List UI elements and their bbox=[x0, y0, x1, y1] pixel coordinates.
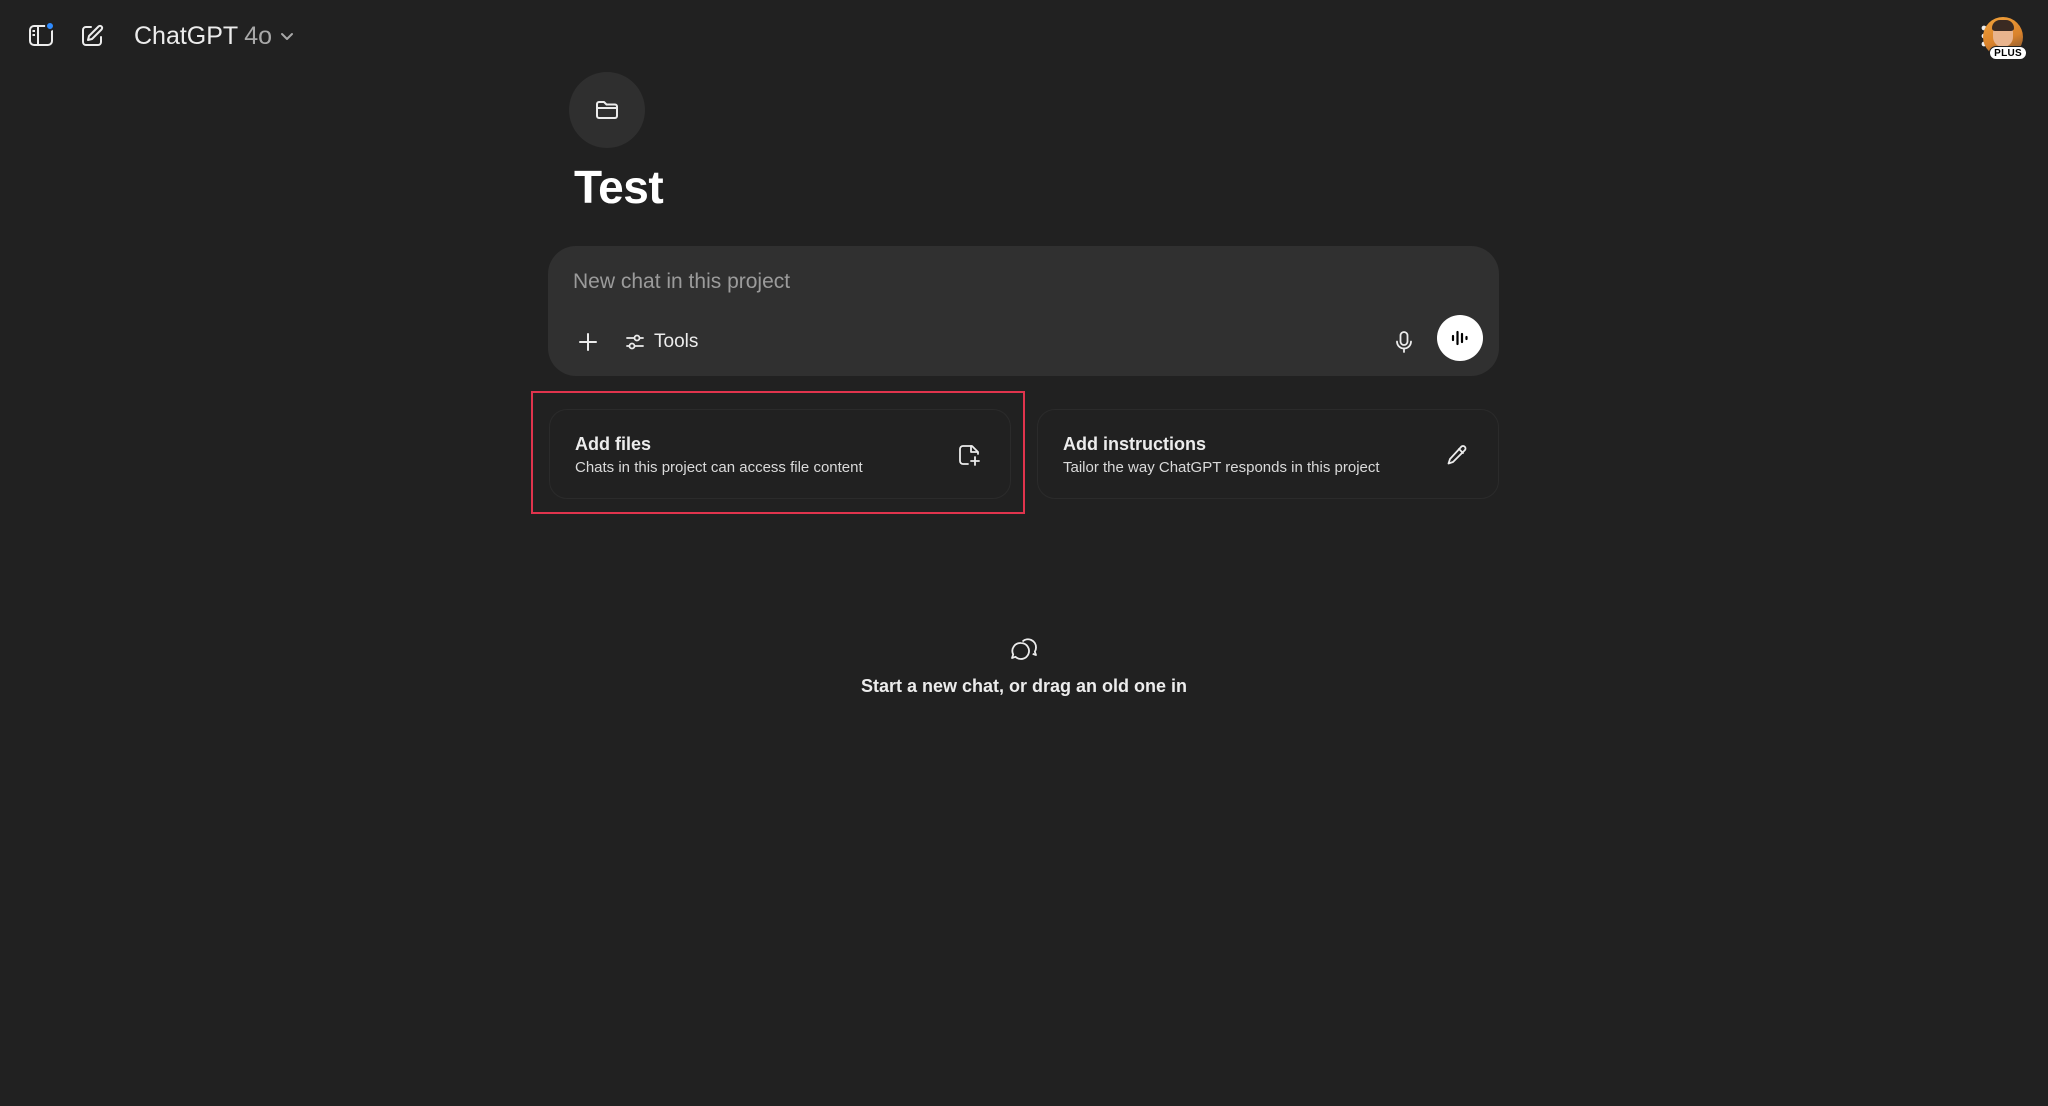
add-file-icon bbox=[956, 442, 982, 468]
add-instructions-subtitle: Tailor the way ChatGPT responds in this … bbox=[1063, 459, 1380, 476]
sidebar-toggle-button[interactable] bbox=[19, 13, 63, 57]
model-name: ChatGPT bbox=[134, 21, 239, 50]
chat-bubbles-icon bbox=[1011, 638, 1037, 660]
add-instructions-card[interactable]: Add instructions Tailor the way ChatGPT … bbox=[1037, 409, 1499, 499]
add-instructions-title: Add instructions bbox=[1063, 434, 1206, 454]
add-files-title: Add files bbox=[575, 434, 652, 454]
chevron-down-icon bbox=[281, 33, 294, 40]
compose-icon bbox=[82, 24, 104, 46]
empty-state-message: Start a new chat, or drag an old one in bbox=[860, 676, 1188, 696]
plus-icon bbox=[579, 333, 597, 351]
notification-dot bbox=[45, 21, 55, 31]
empty-state: Start a new chat, or drag an old one in bbox=[0, 634, 2048, 696]
voice-mode-button[interactable] bbox=[1437, 315, 1483, 361]
microphone-icon bbox=[1396, 331, 1412, 353]
new-chat-button[interactable] bbox=[70, 14, 114, 58]
add-files-card[interactable]: Add files Chats in this project can acce… bbox=[549, 409, 1011, 499]
avatar-hair bbox=[1992, 20, 2014, 31]
plan-badge: PLUS bbox=[1989, 46, 2027, 60]
model-version: 4o bbox=[244, 21, 273, 50]
project-title: Test bbox=[574, 161, 664, 213]
voice-waveform-icon bbox=[1451, 330, 1468, 346]
dictate-button[interactable] bbox=[1384, 322, 1424, 362]
add-files-subtitle: Chats in this project can access file co… bbox=[575, 459, 863, 476]
chat-composer[interactable]: New chat in this project Tools bbox=[548, 246, 1499, 376]
tools-label: Tools bbox=[654, 331, 699, 352]
folder-icon bbox=[596, 101, 618, 119]
top-bar: ChatGPT 4o PLUS bbox=[0, 0, 2048, 72]
project-icon-button[interactable] bbox=[569, 72, 645, 148]
model-selector[interactable]: ChatGPT 4o bbox=[128, 16, 302, 56]
composer-input[interactable]: New chat in this project bbox=[573, 270, 790, 294]
add-attachment-button[interactable] bbox=[568, 322, 608, 362]
tools-button[interactable]: Tools bbox=[618, 322, 704, 362]
sliders-icon bbox=[626, 334, 644, 350]
pencil-icon bbox=[1444, 442, 1470, 468]
